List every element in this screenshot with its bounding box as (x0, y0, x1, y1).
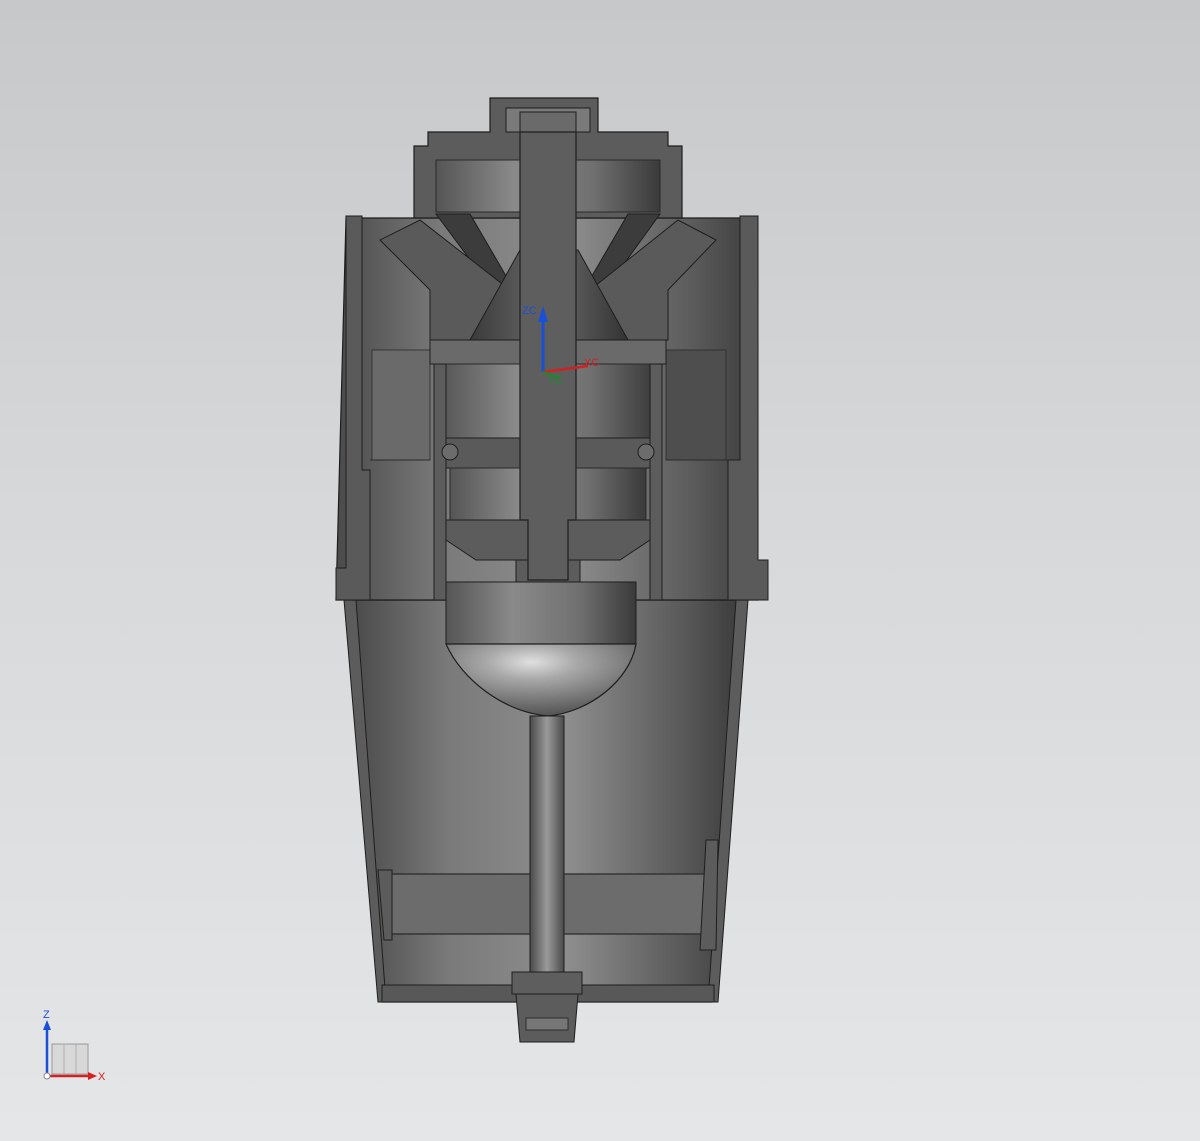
triad-z-label: Z (43, 1009, 50, 1021)
yc-label: YC (548, 375, 563, 387)
triad-x-arrow-icon (88, 1072, 97, 1080)
view-triad[interactable]: Z X (43, 1009, 106, 1083)
zc-label: ZC (522, 305, 537, 317)
triad-x-label: X (98, 1071, 106, 1083)
section-view-canvas[interactable]: ZC XC YC Z X (0, 0, 1200, 1141)
graphics-viewport[interactable]: ZC XC YC Z X (0, 0, 1200, 1141)
triad-z-arrow-icon (43, 1020, 51, 1030)
xc-label: XC (584, 357, 599, 369)
view-cube-icon (51, 1043, 89, 1075)
central-spindle (519, 111, 577, 581)
triad-origin (43, 1072, 51, 1080)
